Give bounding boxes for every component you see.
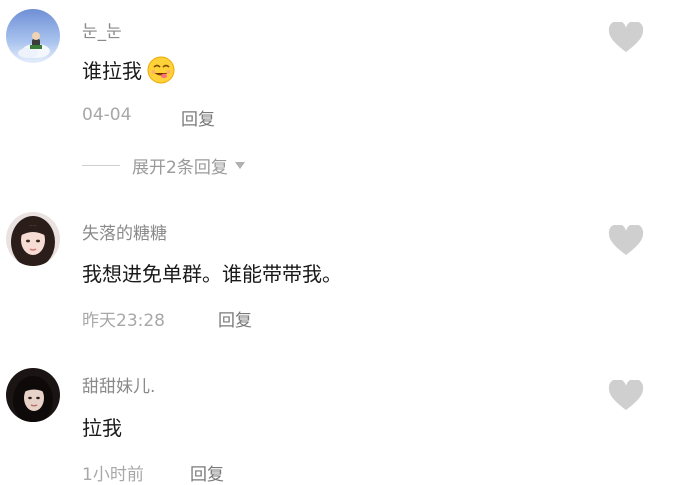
- comment-author[interactable]: 눈_눈: [82, 17, 122, 42]
- avatar[interactable]: [6, 212, 60, 266]
- comment-text: 我想进免单群。谁能带带我。: [82, 262, 342, 286]
- comment-text: 谁拉我: [82, 55, 176, 90]
- heart-icon: [608, 223, 644, 255]
- comment-time: 04-04: [82, 105, 132, 125]
- avatar-image: [6, 212, 60, 266]
- comment-author[interactable]: 失落的糖糖: [82, 219, 167, 244]
- comment-time: 1小时前: [82, 465, 144, 485]
- reply-button[interactable]: 回复: [190, 460, 224, 485]
- caret-down-icon: [234, 161, 245, 169]
- avatar[interactable]: [6, 9, 60, 63]
- comment-text: 拉我: [82, 416, 122, 440]
- expand-replies-label: 展开2条回复: [132, 157, 228, 178]
- comment-author[interactable]: 甜甜妹儿.: [82, 372, 155, 397]
- divider-line: [82, 164, 120, 166]
- avatar[interactable]: [6, 368, 60, 422]
- like-button[interactable]: [608, 378, 644, 412]
- comment-time: 昨天23:28: [82, 311, 165, 331]
- heart-icon: [608, 20, 644, 52]
- heart-icon: [608, 378, 644, 410]
- grinning-tongue-face-icon: [146, 55, 176, 90]
- avatar-image: [6, 368, 60, 422]
- like-button[interactable]: [608, 223, 644, 257]
- like-button[interactable]: [608, 20, 644, 54]
- avatar-image: [6, 9, 60, 63]
- expand-replies-button[interactable]: 展开2条回复: [82, 153, 246, 178]
- reply-button[interactable]: 回复: [181, 105, 215, 130]
- comment-text-body: 谁拉我: [82, 59, 142, 83]
- reply-button[interactable]: 回复: [218, 306, 252, 331]
